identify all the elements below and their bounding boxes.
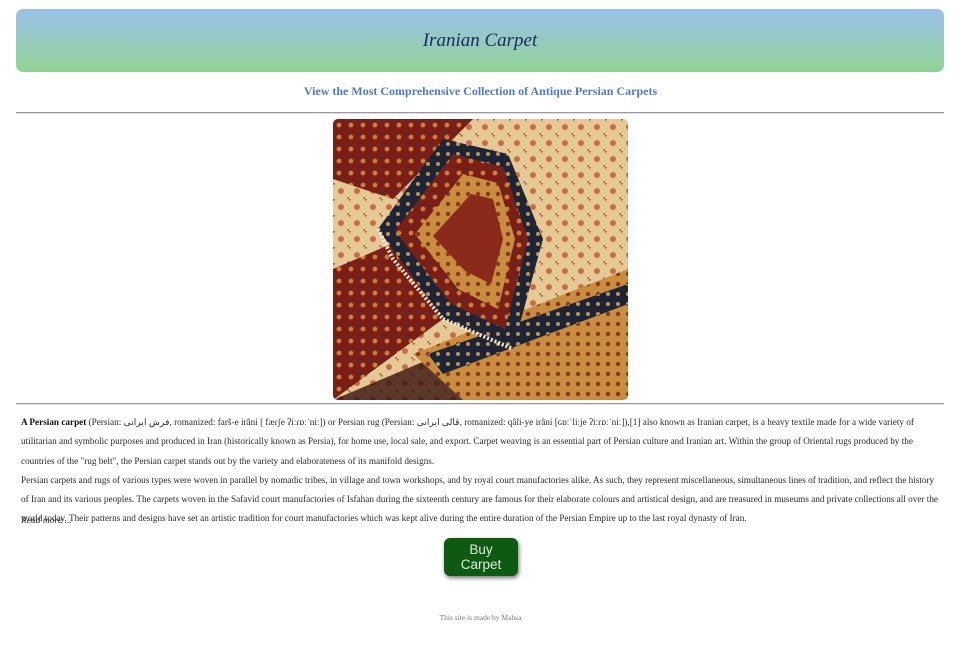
read-more-link[interactable]: Read more ... (21, 516, 72, 526)
divider-top (16, 112, 944, 114)
page-title: Iranian Carpet (422, 29, 538, 51)
page-subtitle: View the Most Comprehensive Collection o… (303, 84, 658, 98)
page-header: Iranian Carpet (16, 9, 944, 72)
carpet-image (333, 119, 628, 400)
divider-bottom (16, 403, 944, 405)
buy-carpet-button[interactable]: Buy Carpet (444, 538, 518, 576)
article-paragraph-2: Persian carpets and rugs of various type… (21, 474, 938, 524)
article-term: A Persian carpet (21, 417, 87, 427)
article-paragraph-1-text: (Persian: فرش ایرانی, romanized: farš-e … (21, 417, 914, 466)
article-paragraph-1: A Persian carpet (Persian: فرش ایرانی, r… (21, 413, 939, 471)
footer-credit: This site is made by Mahsa (439, 613, 522, 622)
article-text: A Persian carpet (Persian: فرش ایرانی, r… (21, 413, 939, 529)
